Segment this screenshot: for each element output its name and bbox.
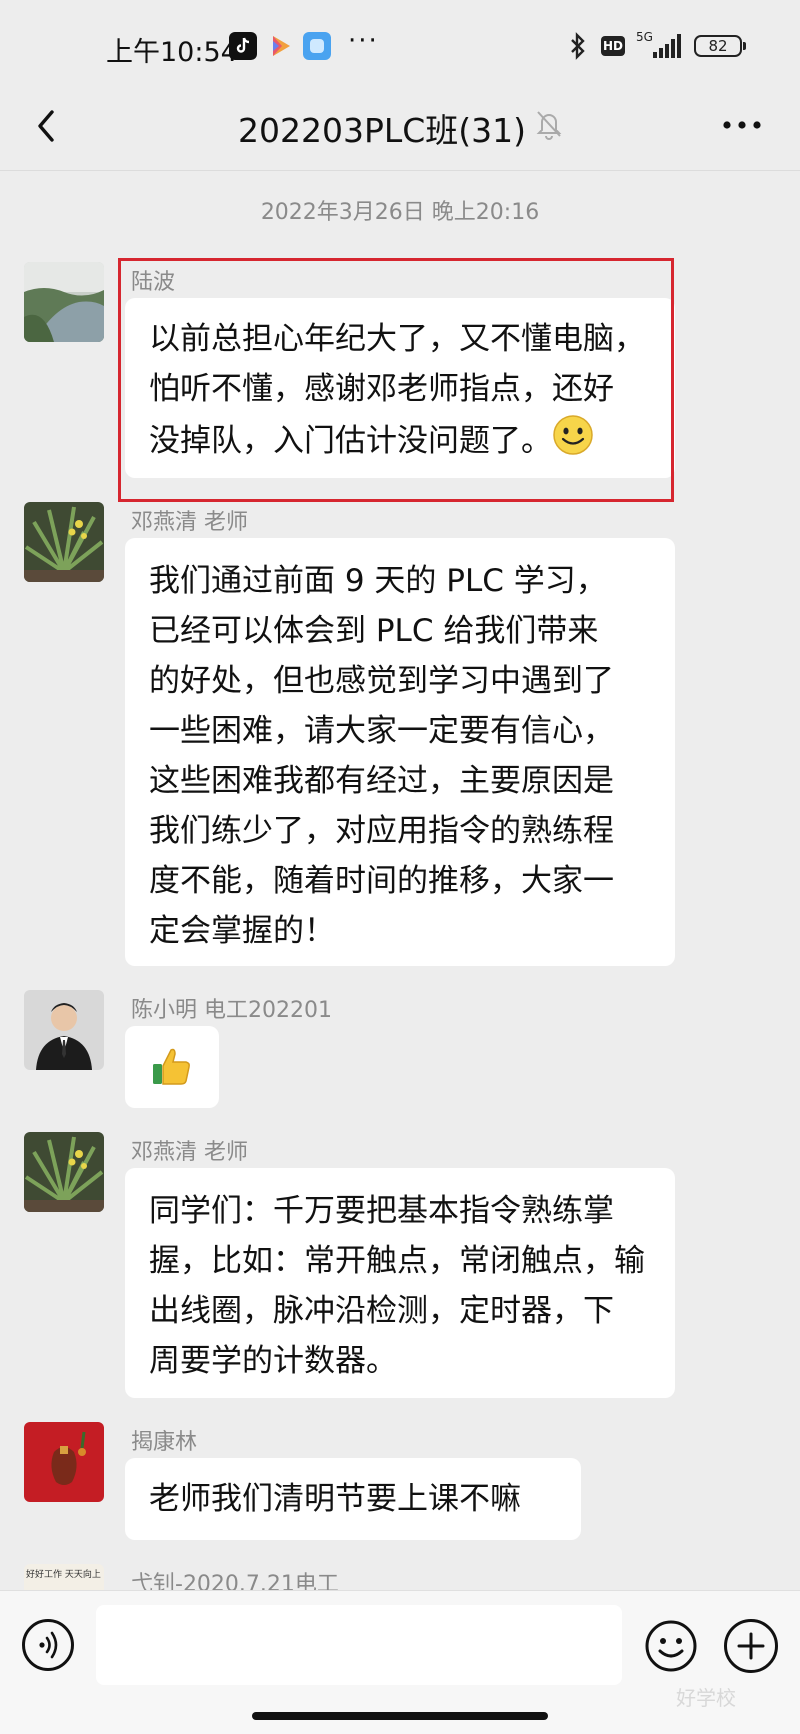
message-bubble[interactable]: 同学们：千万要把基本指令熟练掌 握，比如：常开触点，常闭触点，输 出线圈，脉冲沿… bbox=[125, 1168, 675, 1398]
emoji-picker-icon[interactable] bbox=[644, 1619, 698, 1673]
message-input[interactable] bbox=[96, 1605, 622, 1685]
avatar[interactable] bbox=[24, 262, 104, 342]
message-text-line: 这些困难我都有经过，主要原因是 bbox=[149, 763, 614, 799]
status-bar: 上午10:54 ··· HD 5G 82 bbox=[0, 0, 800, 88]
avatar[interactable] bbox=[24, 502, 104, 582]
hd-badge: HD bbox=[601, 36, 625, 56]
message-text-line: 同学们：千万要把基本指令熟练掌 bbox=[149, 1193, 614, 1229]
home-indicator[interactable] bbox=[252, 1712, 548, 1720]
avatar[interactable] bbox=[24, 990, 104, 1070]
chat-header: 202203PLC班(31) bbox=[0, 88, 800, 170]
video-app-icon bbox=[266, 32, 294, 60]
message-bubble[interactable]: 老师我们清明节要上课不嘛 bbox=[125, 1458, 581, 1540]
message-text-line: 周要学的计数器。 bbox=[149, 1343, 397, 1379]
highlight-box bbox=[118, 258, 674, 502]
avatar[interactable] bbox=[24, 1422, 104, 1502]
message-text-line: 的好处，但也感觉到学习中遇到了 bbox=[149, 663, 614, 699]
avatar-text: 好好工作 天天向上 bbox=[26, 1570, 101, 1580]
sender-name: 邓燕清 老师 bbox=[131, 1140, 248, 1165]
message-text-line: 度不能，随着时间的推移，大家一 bbox=[149, 863, 614, 899]
chat-title: 202203PLC班(31) bbox=[238, 111, 527, 150]
avatar[interactable]: 好好工作 天天向上 bbox=[24, 1564, 104, 1590]
message-text-line: 已经可以体会到 PLC 给我们带来 bbox=[149, 613, 599, 649]
header-divider bbox=[0, 170, 800, 171]
message-bubble[interactable]: 我们通过前面 9 天的 PLC 学习， 已经可以体会到 PLC 给我们带来 的好… bbox=[125, 538, 675, 966]
voice-input-icon[interactable] bbox=[22, 1619, 74, 1671]
sender-name: 邓燕清 老师 bbox=[131, 510, 248, 535]
signal-icon bbox=[653, 34, 683, 58]
message-text-line: 出线圈，脉冲沿检测，定时器，下 bbox=[149, 1293, 614, 1329]
tiktok-icon bbox=[229, 32, 257, 60]
message-text-line: 握，比如：常开触点，常闭触点，输 bbox=[149, 1243, 645, 1279]
more-notifications-icon: ··· bbox=[348, 26, 379, 56]
watermark: 好学校 bbox=[676, 1686, 736, 1710]
mute-bell-icon bbox=[534, 108, 564, 140]
message-text-line: 一些困难，请大家一定要有信心， bbox=[149, 713, 614, 749]
message-text-line: 我们通过前面 9 天的 PLC 学习， bbox=[149, 563, 607, 599]
sender-name: 揭康林 bbox=[131, 1430, 198, 1455]
thumbs-up-emoji-icon bbox=[149, 1044, 193, 1103]
message-text-line: 我们练少了，对应用指令的熟练程 bbox=[149, 813, 614, 849]
message-bubble[interactable] bbox=[125, 1026, 219, 1108]
message-text-line: 定会掌握的！ bbox=[149, 913, 335, 949]
more-options-icon[interactable] bbox=[720, 110, 764, 140]
back-icon[interactable] bbox=[28, 102, 78, 152]
network-type: 5G bbox=[636, 30, 653, 44]
sender-name: 陈小明 电工202201 bbox=[131, 998, 332, 1023]
battery-indicator: 82 bbox=[694, 35, 746, 57]
message-text-line: 老师我们清明节要上课不嘛 bbox=[149, 1481, 521, 1517]
status-time: 上午10:54 bbox=[106, 37, 238, 68]
app-icon bbox=[303, 32, 331, 60]
avatar[interactable] bbox=[24, 1132, 104, 1212]
add-attachment-icon[interactable] bbox=[724, 1619, 778, 1673]
message-timestamp: 2022年3月26日 晚上20:16 bbox=[260, 200, 540, 225]
bluetooth-icon bbox=[568, 32, 588, 64]
